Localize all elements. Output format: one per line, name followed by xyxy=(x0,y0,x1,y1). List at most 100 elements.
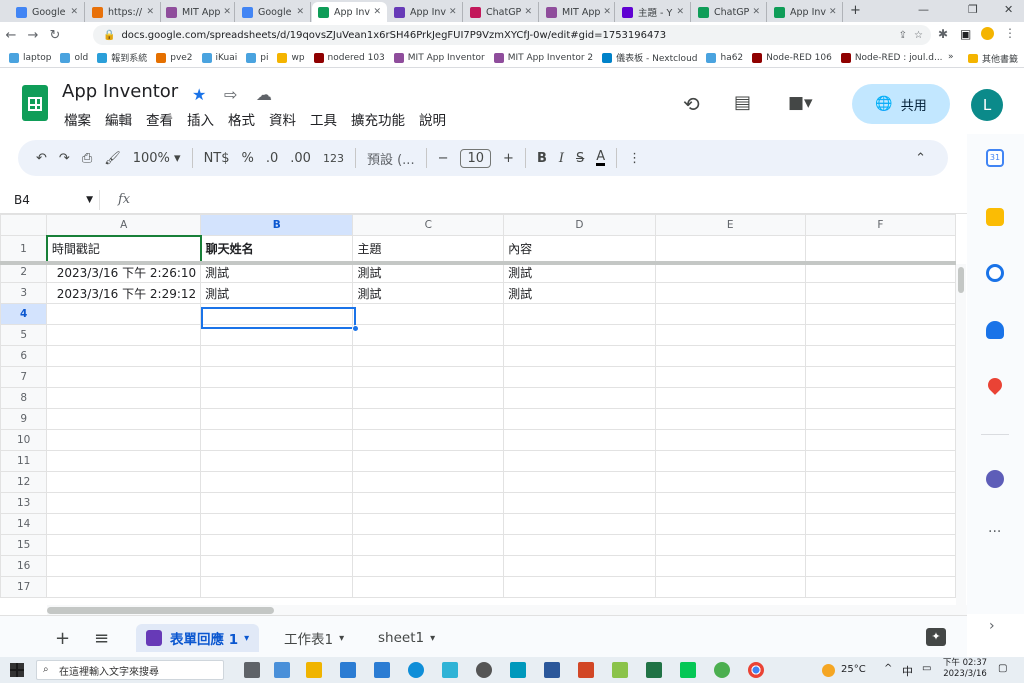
row-header[interactable]: 12 xyxy=(0,471,48,493)
grid-cell[interactable]: 內容 xyxy=(503,235,656,262)
font-size-increase-button[interactable]: + xyxy=(503,151,514,166)
grid-cell[interactable] xyxy=(654,408,806,430)
tray-expand-icon[interactable]: ^ xyxy=(884,663,892,674)
grid-cell[interactable] xyxy=(46,303,202,325)
grid-cell[interactable] xyxy=(654,345,806,367)
store-icon[interactable] xyxy=(340,662,356,678)
column-header[interactable]: C xyxy=(352,214,505,236)
bookmark-item[interactable]: pve2 xyxy=(156,52,193,63)
browser-tab[interactable]: App Inv ✕ xyxy=(768,2,843,22)
bookmark-item[interactable]: Node-RED 106 xyxy=(752,52,832,63)
bookmark-item[interactable]: Node-RED : joul.d... xyxy=(840,52,943,63)
grid-cell[interactable]: 測試 xyxy=(352,282,505,304)
undo-icon[interactable]: ↶ xyxy=(36,151,47,166)
column-header[interactable]: A xyxy=(46,214,202,236)
minimize-icon[interactable]: — xyxy=(918,3,929,16)
close-icon[interactable]: ✕ xyxy=(143,7,154,17)
windows-start-icon[interactable] xyxy=(10,663,24,677)
row-header[interactable]: 11 xyxy=(0,450,48,472)
app-icon[interactable] xyxy=(714,662,730,678)
grid-cell[interactable] xyxy=(804,303,956,325)
row-header[interactable]: 8 xyxy=(0,387,48,409)
grid-cell[interactable]: 時間戳記 xyxy=(45,234,202,263)
maximize-icon[interactable]: ❐ xyxy=(968,3,978,16)
browser-tab[interactable]: ChatGP ✕ xyxy=(464,2,539,22)
document-title[interactable]: App Inventor xyxy=(62,81,178,102)
menu-item[interactable]: 資料 xyxy=(269,109,296,129)
grid-cell[interactable] xyxy=(352,429,505,451)
grid-cell[interactable] xyxy=(654,282,806,304)
version-history-icon[interactable]: ⟲ xyxy=(683,92,700,116)
strikethrough-button[interactable]: S xyxy=(576,151,584,166)
grid-cell[interactable] xyxy=(804,450,956,472)
grid-cell[interactable]: 主題 xyxy=(352,235,505,262)
text-color-button[interactable]: A xyxy=(596,150,606,166)
grid-cell[interactable] xyxy=(503,345,656,367)
fill-handle[interactable] xyxy=(352,325,359,332)
gear-icon[interactable] xyxy=(476,662,492,678)
edge-icon[interactable] xyxy=(408,662,424,678)
show-side-panel-icon[interactable]: › xyxy=(989,618,995,634)
chrome-icon[interactable] xyxy=(748,662,764,678)
horizontal-scrollbar[interactable] xyxy=(47,605,967,615)
row-header[interactable]: 13 xyxy=(0,492,48,514)
grid-cell[interactable] xyxy=(503,513,656,535)
grid-cell[interactable] xyxy=(503,555,656,577)
close-icon[interactable]: ✕ xyxy=(220,7,231,17)
bookmark-item[interactable]: old xyxy=(60,52,88,63)
contacts-icon[interactable] xyxy=(986,321,1004,339)
grid-cell[interactable] xyxy=(804,492,956,514)
grid-cell[interactable] xyxy=(654,471,806,493)
frozen-row-divider[interactable] xyxy=(0,261,956,265)
redo-icon[interactable]: ↷ xyxy=(59,151,70,166)
explore-icon[interactable]: ✦ xyxy=(926,628,946,646)
task-view-icon[interactable] xyxy=(244,662,260,678)
grid-cell[interactable] xyxy=(804,345,956,367)
grid-cell[interactable] xyxy=(503,492,656,514)
word-icon[interactable] xyxy=(544,662,560,678)
close-icon[interactable]: ✕ xyxy=(600,7,611,17)
row-header[interactable]: 9 xyxy=(0,408,48,430)
other-bookmarks-folder[interactable]: 其他書籤 xyxy=(968,52,1018,65)
paint-format-icon[interactable]: 🖌 xyxy=(104,151,121,166)
grid-cell[interactable] xyxy=(352,513,505,535)
browser-tab[interactable]: App Inv ✕ xyxy=(388,2,463,22)
grid-cell[interactable] xyxy=(200,345,354,367)
menu-item[interactable]: 插入 xyxy=(187,109,214,129)
row-header[interactable]: 6 xyxy=(0,345,48,367)
comments-icon[interactable]: ▤ xyxy=(734,92,751,113)
select-all-corner[interactable] xyxy=(0,214,48,236)
notifications-icon[interactable]: ▢ xyxy=(998,663,1007,674)
bookmark-item[interactable]: wp xyxy=(277,52,305,63)
app-icon[interactable] xyxy=(510,662,526,678)
sheets-logo-icon[interactable] xyxy=(22,85,48,121)
grid-cell[interactable] xyxy=(804,324,956,346)
menu-item[interactable]: 說明 xyxy=(419,109,446,129)
grid-cell[interactable] xyxy=(200,471,354,493)
close-icon[interactable]: ✕ xyxy=(67,7,78,17)
grid-cell[interactable] xyxy=(200,513,354,535)
grid-cell[interactable] xyxy=(46,387,202,409)
grid-cell[interactable] xyxy=(804,282,956,304)
line-icon[interactable] xyxy=(680,662,696,678)
browser-tab[interactable]: MIT App ✕ xyxy=(160,2,235,22)
grid-cell[interactable] xyxy=(200,408,354,430)
bookmark-item[interactable]: nodered 103 xyxy=(313,52,385,63)
row-header[interactable]: 15 xyxy=(0,534,48,556)
row-header[interactable]: 16 xyxy=(0,555,48,577)
grid-cell[interactable] xyxy=(503,471,656,493)
network-icon[interactable]: ▭ xyxy=(922,663,931,674)
grid-cell[interactable] xyxy=(46,408,202,430)
grid-cell[interactable] xyxy=(46,492,202,514)
all-sheets-button[interactable]: ≡ xyxy=(84,624,119,652)
close-icon[interactable]: ✕ xyxy=(370,7,381,17)
grid-cell[interactable] xyxy=(46,450,202,472)
grid-cell[interactable] xyxy=(352,387,505,409)
column-header[interactable]: D xyxy=(503,214,656,236)
grid-cell[interactable] xyxy=(804,429,956,451)
browser-tab[interactable]: https://✕ xyxy=(86,2,161,22)
grid-cell[interactable] xyxy=(352,471,505,493)
grid-cell[interactable] xyxy=(200,387,354,409)
row-header[interactable]: 4 xyxy=(0,303,48,325)
browser-tab[interactable]: Google ✕ xyxy=(10,2,85,22)
